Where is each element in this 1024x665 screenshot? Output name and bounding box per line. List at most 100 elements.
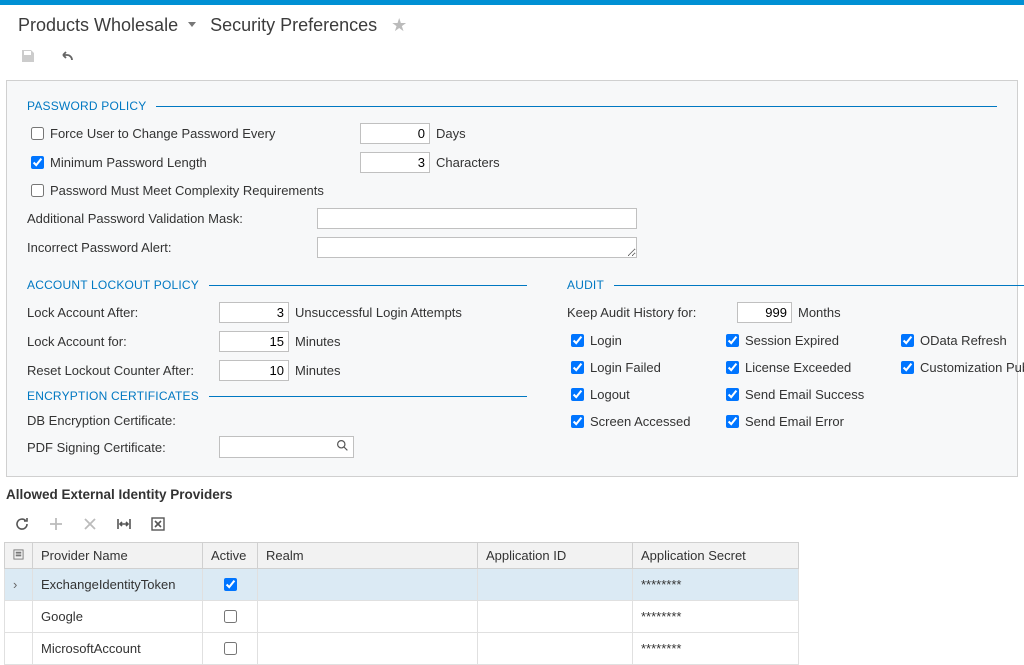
grid-toolbar (0, 508, 1024, 542)
audit-license-label: License Exceeded (745, 360, 851, 375)
settings-panel: PASSWORD POLICY Force User to Change Pas… (6, 80, 1018, 477)
password-policy-title: PASSWORD POLICY (27, 99, 997, 113)
row-indicator-icon (5, 633, 33, 665)
keep-history-input[interactable] (737, 302, 792, 323)
lock-after-label: Lock Account After: (27, 305, 219, 320)
force-change-label: Force User to Change Password Every (50, 126, 360, 141)
min-length-input[interactable] (360, 152, 430, 173)
cell-realm[interactable] (258, 601, 478, 633)
force-change-unit: Days (436, 126, 466, 141)
table-row[interactable]: ›ExchangeIdentityToken ******** (5, 569, 799, 601)
delete-icon (82, 516, 98, 532)
active-checkbox[interactable] (224, 610, 237, 623)
audit-loginfailed-checkbox[interactable] (571, 361, 584, 374)
cell-realm[interactable] (258, 633, 478, 665)
audit-title: AUDIT (567, 278, 1024, 292)
fit-columns-icon[interactable] (116, 516, 132, 532)
audit-logout-label: Logout (590, 387, 630, 402)
cell-active[interactable] (203, 633, 258, 665)
favorite-star-icon[interactable]: ★ (391, 15, 407, 36)
audit-odata-label: OData Refresh (920, 333, 1007, 348)
col-app-id[interactable]: Application ID (478, 543, 633, 569)
lock-after-unit: Unsuccessful Login Attempts (295, 305, 462, 320)
audit-screen-label: Screen Accessed (590, 414, 690, 429)
refresh-icon[interactable] (14, 516, 30, 532)
audit-license-checkbox[interactable] (726, 361, 739, 374)
col-app-secret[interactable]: Application Secret (633, 543, 799, 569)
chevron-down-icon[interactable] (188, 22, 196, 27)
active-checkbox[interactable] (224, 578, 237, 591)
col-realm[interactable]: Realm (258, 543, 478, 569)
lock-for-unit: Minutes (295, 334, 341, 349)
force-change-checkbox[interactable] (31, 127, 44, 140)
keep-history-label: Keep Audit History for: (567, 305, 737, 320)
audit-screen-checkbox[interactable] (571, 415, 584, 428)
audit-login-label: Login (590, 333, 622, 348)
audit-emailok-checkbox[interactable] (726, 388, 739, 401)
lock-after-input[interactable] (219, 302, 289, 323)
cell-app-secret[interactable]: ******** (633, 633, 799, 665)
col-active[interactable]: Active (203, 543, 258, 569)
page-header: Products Wholesale Security Preferences … (0, 5, 1024, 42)
complexity-label: Password Must Meet Complexity Requiremen… (50, 183, 324, 198)
audit-odata-checkbox[interactable] (901, 334, 914, 347)
min-length-unit: Characters (436, 155, 500, 170)
db-cert-label: DB Encryption Certificate: (27, 413, 219, 428)
row-indicator-icon (5, 601, 33, 633)
cell-provider-name[interactable]: Google (33, 601, 203, 633)
reset-after-unit: Minutes (295, 363, 341, 378)
cell-app-id[interactable] (478, 569, 633, 601)
lock-for-input[interactable] (219, 331, 289, 352)
main-toolbar (0, 42, 1024, 80)
audit-emailok-label: Send Email Success (745, 387, 864, 402)
audit-emailerr-checkbox[interactable] (726, 415, 739, 428)
lock-for-label: Lock Account for: (27, 334, 219, 349)
table-row[interactable]: Google ******** (5, 601, 799, 633)
cell-app-secret[interactable]: ******** (633, 601, 799, 633)
audit-session-label: Session Expired (745, 333, 839, 348)
add-icon (48, 516, 64, 532)
reset-after-input[interactable] (219, 360, 289, 381)
pdf-cert-input[interactable] (224, 439, 336, 456)
audit-loginfailed-label: Login Failed (590, 360, 661, 375)
grid-row-header[interactable] (5, 543, 33, 569)
lockout-title: ACCOUNT LOCKOUT POLICY (27, 278, 527, 292)
audit-custpub-label: Customization Published (920, 360, 1024, 375)
keep-history-unit: Months (798, 305, 841, 320)
min-length-checkbox[interactable] (31, 156, 44, 169)
breadcrumb-product[interactable]: Products Wholesale (18, 15, 178, 36)
cell-app-secret[interactable]: ******** (633, 569, 799, 601)
force-change-days-input[interactable] (360, 123, 430, 144)
active-checkbox[interactable] (224, 642, 237, 655)
cell-app-id[interactable] (478, 601, 633, 633)
audit-custpub-checkbox[interactable] (901, 361, 914, 374)
reset-after-label: Reset Lockout Counter After: (27, 363, 219, 378)
audit-emailerr-label: Send Email Error (745, 414, 844, 429)
audit-session-checkbox[interactable] (726, 334, 739, 347)
table-row[interactable]: MicrosoftAccount ******** (5, 633, 799, 665)
cell-provider-name[interactable]: ExchangeIdentityToken (33, 569, 203, 601)
min-length-label: Minimum Password Length (50, 155, 360, 170)
mask-label: Additional Password Validation Mask: (27, 211, 317, 226)
audit-logout-checkbox[interactable] (571, 388, 584, 401)
row-indicator-icon: › (5, 569, 33, 601)
page-title: Security Preferences (210, 15, 377, 36)
pdf-cert-lookup[interactable] (219, 436, 354, 458)
cell-realm[interactable] (258, 569, 478, 601)
audit-login-checkbox[interactable] (571, 334, 584, 347)
save-icon (20, 48, 38, 66)
encryption-title: ENCRYPTION CERTIFICATES (27, 389, 527, 403)
export-excel-icon[interactable] (150, 516, 166, 532)
cell-active[interactable] (203, 601, 258, 633)
alert-textarea[interactable] (317, 237, 637, 258)
complexity-checkbox[interactable] (31, 184, 44, 197)
col-provider-name[interactable]: Provider Name (33, 543, 203, 569)
search-icon[interactable] (336, 439, 349, 455)
cell-active[interactable] (203, 569, 258, 601)
cell-app-id[interactable] (478, 633, 633, 665)
providers-grid: Provider Name Active Realm Application I… (4, 542, 799, 665)
mask-input[interactable] (317, 208, 637, 229)
undo-icon[interactable] (60, 48, 78, 66)
cell-provider-name[interactable]: MicrosoftAccount (33, 633, 203, 665)
providers-title: Allowed External Identity Providers (0, 477, 1024, 508)
